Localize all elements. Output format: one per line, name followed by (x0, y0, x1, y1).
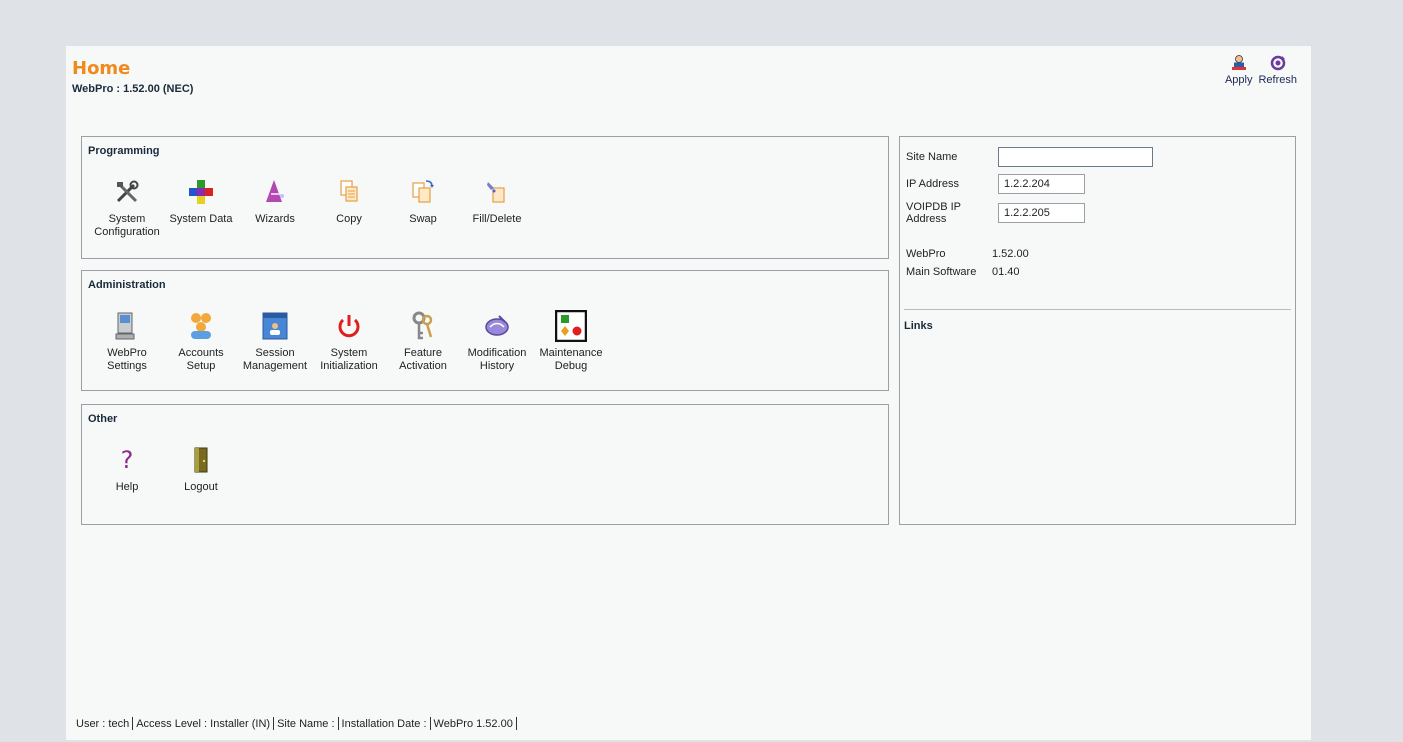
help-icon: ? (120, 445, 134, 474)
item-label: Logout (184, 481, 218, 493)
apply-icon (1231, 55, 1246, 70)
session-window-icon (258, 309, 292, 343)
item-label: Wizards (255, 213, 295, 225)
apply-label: Apply (1224, 74, 1253, 86)
users-icon (184, 309, 218, 343)
webpro-label: WebPro (906, 248, 946, 260)
cubes-icon (184, 175, 218, 209)
session-management-button[interactable]: Session Management (238, 309, 312, 373)
system-data-button[interactable]: System Data (164, 175, 238, 239)
copy-icon (332, 175, 366, 209)
feature-activation-button[interactable]: Feature Activation (386, 309, 460, 373)
accounts-setup-button[interactable]: Accounts Setup (164, 309, 238, 373)
separator (515, 717, 517, 730)
keys-icon (406, 309, 440, 343)
site-name-label: Site Name (906, 151, 958, 163)
modification-history-button[interactable]: Modification History (460, 309, 534, 373)
divider (904, 309, 1291, 310)
wizards-button[interactable]: Wizards (238, 175, 312, 239)
separator (429, 717, 431, 730)
site-name-input[interactable] (998, 147, 1153, 167)
copy-button[interactable]: Copy (312, 175, 386, 239)
home-page: Home WebPro : 1.52.00 (NEC) Apply Refres… (66, 46, 1311, 740)
footer-installation-date: Installation Date : (341, 717, 427, 730)
main-software-value: 01.40 (992, 266, 1020, 278)
item-label: Feature Activation (399, 347, 447, 372)
separator (132, 717, 134, 730)
tools-icon (110, 175, 144, 209)
apply-button[interactable]: Apply (1224, 54, 1253, 86)
history-icon (480, 309, 514, 343)
other-heading: Other (88, 413, 118, 425)
voipdb-ip-label: VOIPDB IP Address (906, 201, 961, 225)
item-label: WebPro Settings (107, 347, 147, 372)
ip-address-label: IP Address (906, 178, 959, 190)
toolbar: Apply Refresh (1225, 54, 1297, 86)
refresh-button[interactable]: Refresh (1258, 54, 1297, 86)
system-configuration-button[interactable]: System Configuration (90, 175, 164, 239)
logout-button[interactable]: Logout (164, 443, 238, 494)
computer-icon (110, 309, 144, 343)
programming-heading: Programming (88, 145, 160, 157)
refresh-icon (1270, 55, 1285, 71)
site-info-panel: Site Name IP Address VOIPDB IP Address W… (899, 136, 1296, 525)
status-bar: User : tech Access Level : Installer (IN… (76, 717, 520, 730)
item-label: Modification History (467, 347, 527, 372)
refresh-label: Refresh (1258, 74, 1297, 86)
footer-site-name: Site Name : (277, 717, 335, 730)
help-button[interactable]: ? Help (90, 443, 164, 494)
page-title: Home (72, 58, 131, 79)
power-icon (332, 309, 366, 343)
item-label: Maintenance Debug (539, 347, 603, 372)
logout-door-icon (184, 443, 218, 477)
fill-delete-button[interactable]: Fill/Delete (460, 175, 534, 239)
footer-access-level: Access Level : Installer (IN) (136, 717, 271, 730)
webpro-value: 1.52.00 (992, 248, 1029, 260)
administration-panel: Administration WebPro Settings Accounts … (81, 270, 889, 391)
ip-address-field[interactable] (998, 174, 1085, 194)
item-label: Swap (409, 213, 437, 225)
programming-panel: Programming System Configuration System … (81, 136, 889, 259)
voipdb-ip-field[interactable] (998, 203, 1085, 223)
footer-version: WebPro 1.52.00 (433, 717, 513, 730)
separator (337, 717, 339, 730)
footer-user: User : tech (76, 717, 130, 730)
maintenance-icon (554, 309, 588, 343)
webpro-settings-button[interactable]: WebPro Settings (90, 309, 164, 373)
item-label: System Initialization (320, 347, 378, 372)
swap-button[interactable]: Swap (386, 175, 460, 239)
page-subtitle: WebPro : 1.52.00 (NEC) (72, 83, 194, 95)
fill-delete-icon (480, 175, 514, 209)
item-label: Help (115, 481, 139, 493)
separator (273, 717, 275, 730)
item-label: System Configuration (94, 213, 160, 238)
system-initialization-button[interactable]: System Initialization (312, 309, 386, 373)
maintenance-debug-button[interactable]: Maintenance Debug (534, 309, 608, 373)
item-label: Copy (336, 213, 362, 225)
item-label: System Data (169, 213, 233, 225)
item-label: Fill/Delete (472, 213, 522, 225)
main-software-label: Main Software (906, 266, 977, 278)
wizard-hat-icon (258, 175, 292, 209)
other-panel: Other ? Help Logout (81, 404, 889, 525)
administration-heading: Administration (88, 279, 166, 291)
swap-icon (406, 175, 440, 209)
links-heading: Links (904, 320, 933, 332)
item-label: Accounts Setup (178, 347, 224, 372)
item-label: Session Management (242, 347, 308, 372)
